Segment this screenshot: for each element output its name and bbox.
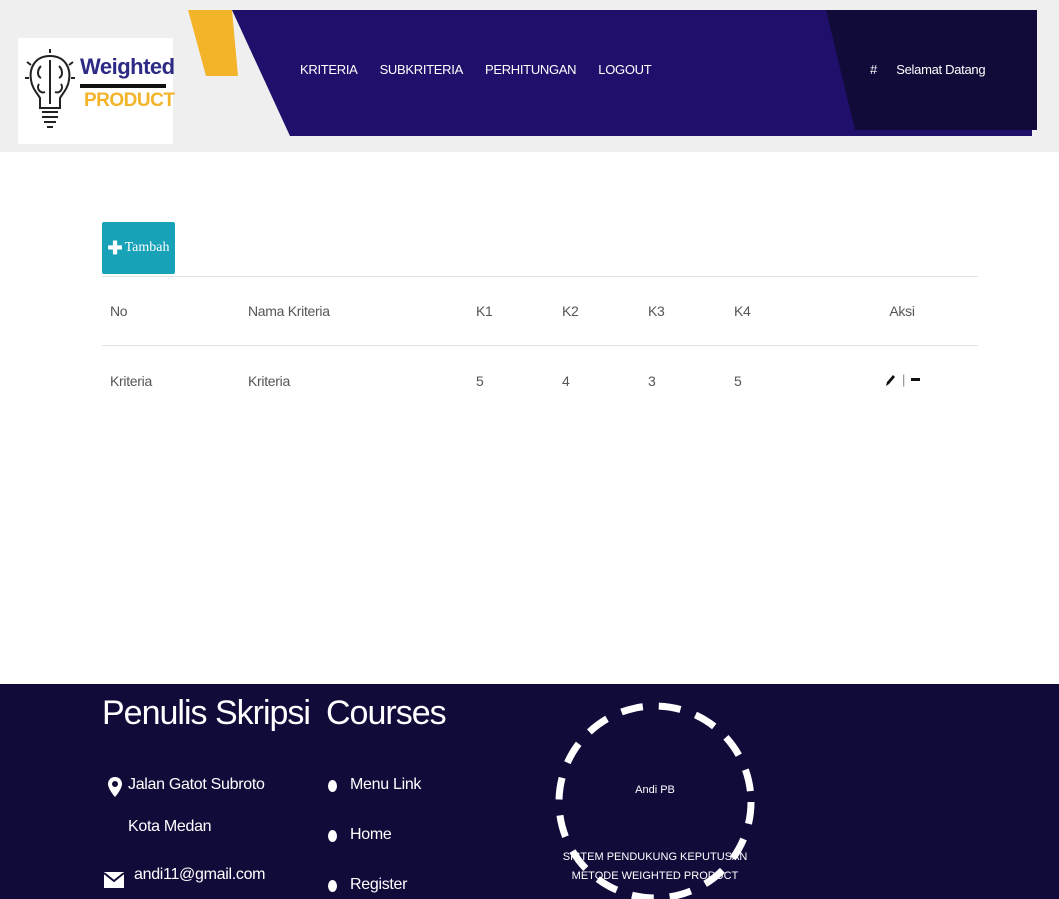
logo[interactable]: Weighted PRODUCT	[18, 38, 175, 144]
logo-subtitle: PRODUCT	[84, 90, 175, 111]
column-header-k2: K2	[562, 303, 579, 319]
table-row: Kriteria Kriteria 5 4 3 5 |	[102, 346, 978, 416]
location-pin-icon	[108, 777, 122, 797]
column-header-aksi: Aksi	[889, 303, 915, 319]
column-header-k3: K3	[648, 303, 665, 319]
badge-title: SISTEM PENDUKUNG KEPUTUSAN METODE WEIGHT…	[545, 848, 765, 886]
menu-subkriteria[interactable]: SUBKRITERIA	[380, 62, 464, 77]
main-menu: KRITERIA SUBKRITERIA PERHITUNGAN LOGOUT	[300, 62, 673, 77]
column-header-k1: K1	[476, 303, 493, 319]
footer-email[interactable]: andi11@gmail.com	[134, 866, 266, 884]
badge-line2: METODE WEIGHTED PRODUCT	[571, 870, 739, 882]
footer-link-register[interactable]: Register	[350, 876, 407, 894]
action-separator: |	[901, 372, 906, 387]
criteria-table: No Nama Kriteria K1 K2 K3 K4 Aksi Kriter…	[102, 276, 978, 416]
footer-link-menu[interactable]: Menu Link	[350, 776, 421, 794]
logo-title: Weighted	[80, 54, 175, 79]
edit-pencil-icon[interactable]	[884, 373, 896, 387]
greeting-text: Selamat Datang	[896, 62, 986, 77]
add-button-label: Tambah	[124, 240, 170, 255]
badge-line1: SISTEM PENDUKUNG KEPUTUSAN	[562, 851, 748, 863]
column-header-nama-kriteria: Nama Kriteria	[248, 303, 330, 319]
badge-author: Andi PB	[635, 784, 675, 796]
hash-icon: #	[870, 62, 877, 77]
cell-k4: 5	[734, 372, 742, 389]
footer-link-home[interactable]: Home	[350, 826, 392, 844]
add-button[interactable]: ✚ Tambah	[102, 222, 175, 274]
logo-divider	[80, 84, 166, 88]
greeting: # Selamat Datang	[870, 62, 1001, 77]
menu-logout[interactable]: LOGOUT	[598, 62, 651, 77]
menu-perhitungan[interactable]: PERHITUNGAN	[485, 62, 577, 77]
footer-title-penulis: Penulis Skripsi	[102, 694, 311, 732]
plus-icon: ✚	[107, 237, 123, 258]
cell-no: Kriteria	[110, 372, 152, 389]
cell-aksi: |	[826, 346, 978, 416]
table-header-row: No Nama Kriteria K1 K2 K3 K4 Aksi	[102, 276, 978, 346]
footer-title-courses: Courses	[326, 694, 447, 732]
bullet-icon	[328, 780, 337, 792]
brain-bulb-icon	[25, 49, 75, 128]
bullet-icon	[328, 880, 337, 892]
footer: Penulis Skripsi Jalan Gatot Subroto Kota…	[0, 684, 1059, 899]
footer-address-line1: Jalan Gatot Subroto	[128, 776, 265, 793]
delete-minus-icon[interactable]	[911, 378, 921, 381]
cell-nama: Kriteria	[248, 372, 290, 389]
bullet-icon	[328, 830, 337, 842]
column-header-no: No	[110, 303, 128, 319]
column-header-k4: K4	[734, 303, 751, 319]
cell-k2: 4	[562, 372, 570, 389]
footer-badge: Andi PB SISTEM PENDUKUNG KEPUTUSAN METOD…	[545, 692, 765, 899]
mail-icon	[104, 872, 124, 888]
footer-address-line2: Kota Medan	[128, 818, 212, 835]
cell-k1: 5	[476, 372, 484, 389]
menu-kriteria[interactable]: KRITERIA	[300, 62, 358, 77]
header: Weighted PRODUCT KRITERIA SUBKRITERIA PE…	[0, 0, 1059, 152]
cell-k3: 3	[648, 372, 656, 389]
